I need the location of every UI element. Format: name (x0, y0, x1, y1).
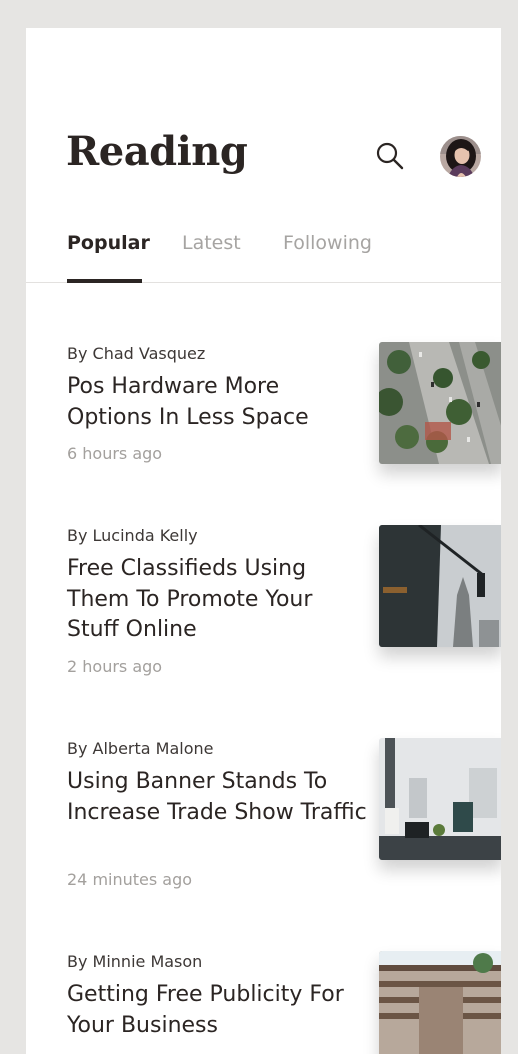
article-headline[interactable]: Pos Hardware More Options In Less Space (67, 372, 367, 433)
article-timestamp: 24 minutes ago (67, 870, 193, 889)
tab-latest[interactable]: Latest (182, 232, 241, 254)
article-author: By Lucinda Kelly (67, 526, 198, 545)
search-icon (376, 142, 404, 170)
reading-screen: Reading Popular Latest Following By Chad… (26, 28, 501, 1054)
article-author: By Minnie Mason (67, 952, 203, 971)
article-author: By Alberta Malone (67, 739, 214, 758)
tab-popular[interactable]: Popular (67, 232, 150, 254)
article-thumbnail[interactable] (379, 342, 501, 464)
article-timestamp: 6 hours ago (67, 444, 163, 463)
skyscraper-image (379, 525, 501, 647)
aerial-city-image (379, 342, 501, 464)
search-button[interactable] (370, 136, 410, 176)
article-thumbnail[interactable] (379, 951, 501, 1054)
article-thumbnail[interactable] (379, 738, 501, 860)
article-timestamp: 2 hours ago (67, 657, 163, 676)
tab-following[interactable]: Following (283, 232, 372, 254)
shopping-mall-image (379, 951, 501, 1054)
avatar[interactable] (440, 136, 481, 177)
active-tab-indicator (67, 279, 142, 283)
office-desk-image (379, 738, 501, 860)
article-headline[interactable]: Using Banner Stands To Increase Trade Sh… (67, 767, 367, 828)
tab-bar: Popular Latest Following (26, 224, 501, 283)
article-author: By Chad Vasquez (67, 344, 206, 363)
article-thumbnail[interactable] (379, 525, 501, 647)
user-avatar-image (440, 136, 481, 177)
article-headline[interactable]: Getting Free Publicity For Your Business (67, 980, 367, 1041)
page-title: Reading (66, 128, 248, 175)
article-headline[interactable]: Free Classifieds Using Them To Promote Y… (67, 554, 367, 646)
